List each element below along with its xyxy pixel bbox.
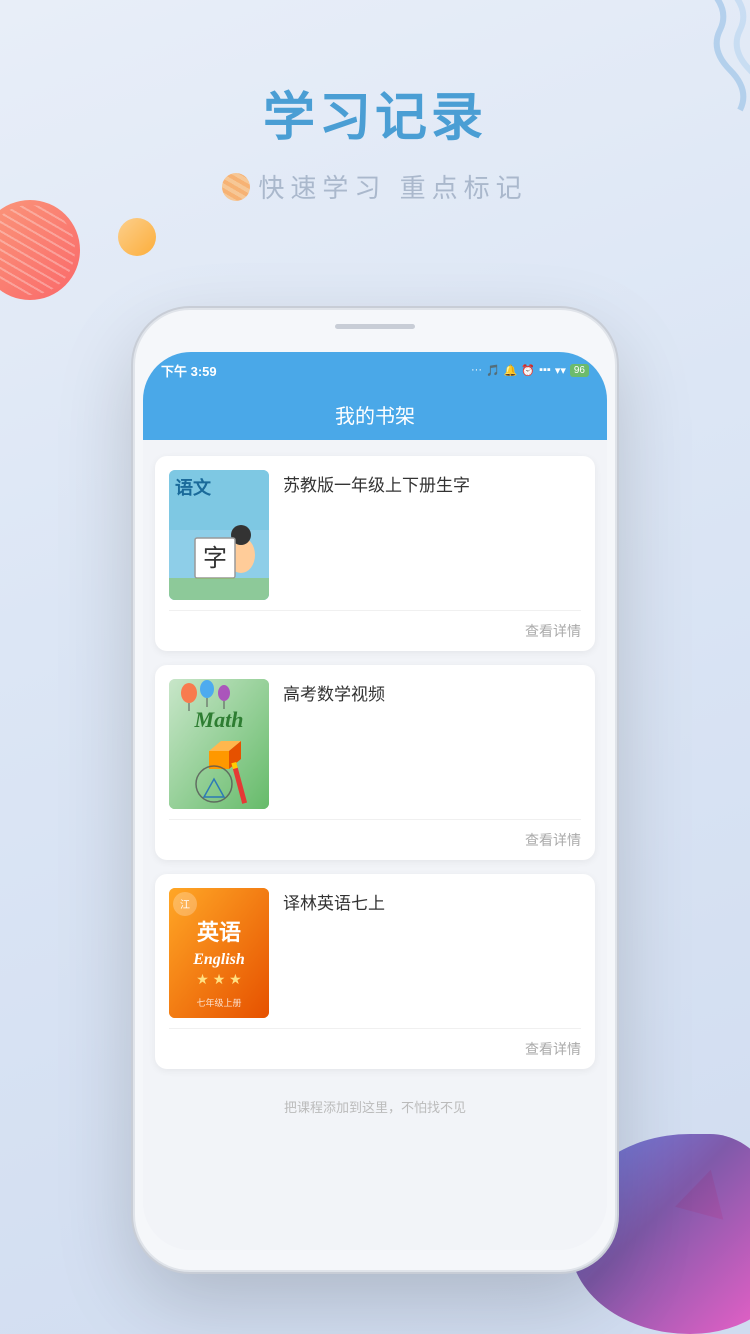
book-card-3: 江 英语 English ★ ★ ★ 七年级上册 译林英: [155, 874, 595, 1069]
deco-top-right: [630, 0, 750, 120]
status-bar: 下午 3:59 ··· 🎵 🔔 ⏰ ▪▪▪ ▾▾ 96: [143, 352, 607, 388]
svg-text:Math: Math: [194, 707, 244, 732]
dot-icon: ···: [471, 364, 482, 376]
app-bar: 我的书架: [143, 388, 607, 440]
wifi-icon: ▾▾: [555, 364, 566, 377]
bottom-hint: 把课程添加到这里，不怕找不见: [155, 1083, 595, 1124]
svg-text:江: 江: [180, 899, 190, 911]
svg-text:语文: 语文: [175, 477, 212, 498]
book-title-2: 高考数学视频: [283, 679, 581, 707]
book-cover-chinese: 语文 字: [169, 470, 269, 600]
deco-left-ball: [0, 200, 80, 300]
view-detail-2[interactable]: 查看详情: [155, 820, 595, 860]
book-card-3-top: 江 英语 English ★ ★ ★ 七年级上册 译林英: [155, 874, 595, 1028]
cn-cover-inner: 语文 字: [169, 470, 269, 600]
sub-deco-ball: [222, 173, 250, 201]
status-icons: ··· 🎵 🔔 ⏰ ▪▪▪ ▾▾ 96: [471, 364, 589, 377]
content-area[interactable]: 语文 字 苏教版一年级上下册生字: [143, 440, 607, 1250]
bell-icon: 🔔: [504, 364, 518, 377]
phone-notch: [335, 324, 415, 329]
headphone-icon: 🎵: [486, 364, 500, 377]
svg-text:七年级上册: 七年级上册: [196, 997, 241, 1008]
view-detail-3[interactable]: 查看详情: [155, 1029, 595, 1069]
app-bar-title: 我的书架: [335, 400, 415, 429]
phone-shell: 下午 3:59 ··· 🎵 🔔 ⏰ ▪▪▪ ▾▾ 96 我的书架: [135, 310, 615, 1270]
battery-icon: 96: [570, 364, 589, 377]
book-title-3: 译林英语七上: [283, 888, 581, 916]
signal-icon: ▪▪▪: [539, 364, 551, 376]
svg-text:English: English: [192, 951, 245, 968]
view-detail-1[interactable]: 查看详情: [155, 611, 595, 651]
deco-small-ball: [118, 218, 156, 256]
sub-title-text: 快速学习 重点标记: [258, 168, 527, 205]
book-card-2: Math: [155, 665, 595, 860]
svg-text:★ ★ ★: ★ ★ ★: [196, 971, 241, 987]
book-cover-math: Math: [169, 679, 269, 809]
svg-text:字: 字: [203, 545, 227, 572]
sub-title: 快速学习 重点标记: [0, 168, 750, 205]
book-card-1-top: 语文 字 苏教版一年级上下册生字: [155, 456, 595, 610]
english-cover-svg: 江 英语 English ★ ★ ★ 七年级上册: [169, 888, 269, 1018]
book-card-2-top: Math: [155, 665, 595, 819]
book-card-1: 语文 字 苏教版一年级上下册生字: [155, 456, 595, 651]
book-title-1: 苏教版一年级上下册生字: [283, 470, 581, 498]
phone-mockup: 下午 3:59 ··· 🎵 🔔 ⏰ ▪▪▪ ▾▾ 96 我的书架: [135, 310, 615, 1270]
math-cover-svg: Math: [169, 679, 269, 809]
svg-text:英语: 英语: [197, 920, 241, 945]
phone-screen: 下午 3:59 ··· 🎵 🔔 ⏰ ▪▪▪ ▾▾ 96 我的书架: [143, 352, 607, 1250]
clock-icon: ⏰: [521, 364, 535, 377]
book-cover-english: 江 英语 English ★ ★ ★ 七年级上册: [169, 888, 269, 1018]
status-time: 下午 3:59: [161, 361, 217, 380]
